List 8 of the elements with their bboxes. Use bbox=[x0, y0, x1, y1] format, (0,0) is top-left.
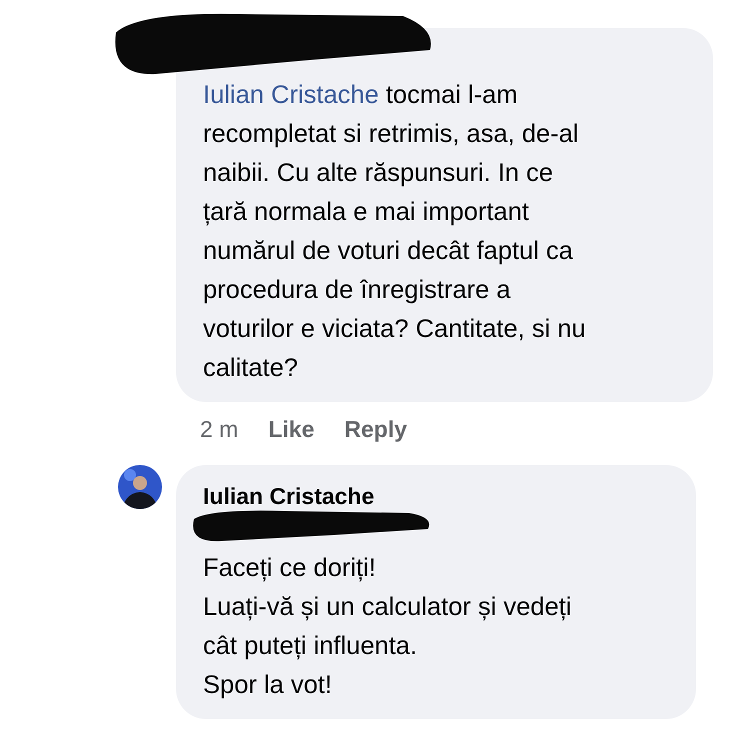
reply-link[interactable]: Reply bbox=[344, 416, 408, 443]
like-link[interactable]: Like bbox=[268, 416, 314, 443]
avatar[interactable] bbox=[118, 465, 162, 509]
comment-text: Iulian Cristache tocmai l-am recompletat si retrimis, asa, de-al naibii. Cu alte răspunsuri. In ce țară normala e mai important numărul de voturi decât faptul ca procedura de înregistrare a voturilor e viciata? Cantitate, si nu calitate? bbox=[203, 80, 587, 384]
mention-link[interactable]: Iulian Cristache bbox=[203, 81, 379, 109]
comment-text: Faceți ce doriți! Luați-vă și un calculator și vedeți cât puteți influenta. Spor la vot! bbox=[203, 553, 573, 701]
author-name[interactable]: Iulian Cristache bbox=[203, 481, 670, 511]
timestamp: 2 m bbox=[200, 416, 238, 443]
